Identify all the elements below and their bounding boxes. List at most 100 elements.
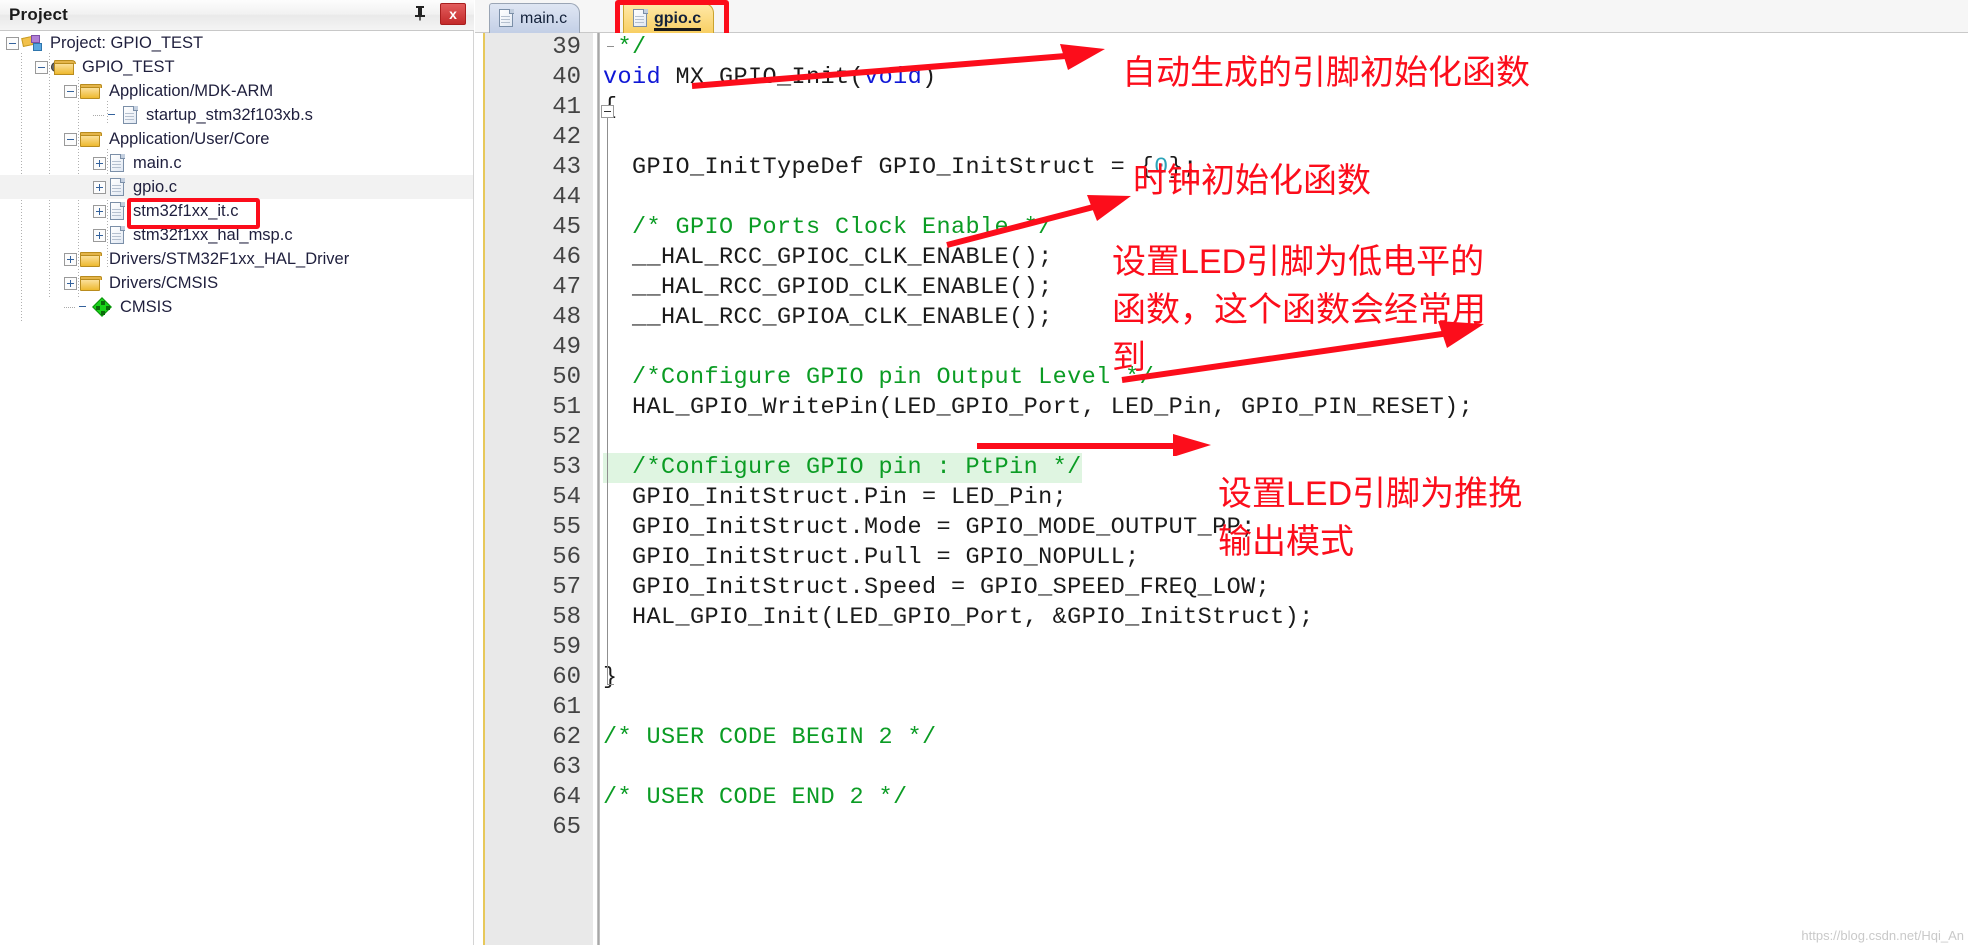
tree-item-startup-stm32f103xb-s[interactable]: startup_stm32f103xb.s xyxy=(0,103,473,127)
line-code: HAL_GPIO_Init(LED_GPIO_Port, &GPIO_InitS… xyxy=(603,604,1314,631)
folder-icon xyxy=(80,131,102,148)
tree-item-application-mdk-arm[interactable]: Application/MDK-ARM xyxy=(0,79,473,103)
folder-icon xyxy=(80,83,102,100)
line-code: __HAL_RCC_GPIOA_CLK_ENABLE(); xyxy=(603,304,1053,331)
tree-twisty-none xyxy=(106,109,119,122)
line-number: 54 xyxy=(552,484,581,511)
file-icon xyxy=(122,105,139,126)
tree-item-label: Application/MDK-ARM xyxy=(109,82,274,100)
cmsis-icon xyxy=(92,297,113,318)
fold-toggle-function[interactable] xyxy=(601,105,614,118)
tree-item-stm32f1xx-hal-msp-c[interactable]: stm32f1xx_hal_msp.c xyxy=(0,223,473,247)
tree-twisty-minus[interactable] xyxy=(64,133,77,147)
project-panel-title: Project xyxy=(9,5,69,24)
tree-item-drivers-cmsis[interactable]: Drivers/CMSIS xyxy=(0,271,473,295)
tree-item-gpio-test[interactable]: GPIO_TEST xyxy=(0,55,473,79)
tree-item-cmsis[interactable]: CMSIS xyxy=(0,295,473,319)
anno-auto-gen: 自动生成的引脚初始化函数 xyxy=(1122,54,1530,92)
line-code: GPIO_InitStruct.Mode = GPIO_MODE_OUTPUT_… xyxy=(603,514,1256,541)
code-line-64[interactable]: 64 /* USER CODE END 2 */ xyxy=(485,783,1968,813)
tree-item-label: stm32f1xx_it.c xyxy=(133,202,239,220)
fold-bracket-line xyxy=(607,118,608,684)
tree-item-label: gpio.c xyxy=(133,178,178,196)
tab-label: main.c xyxy=(520,10,568,27)
code-line-41[interactable]: 41{ xyxy=(485,93,1968,123)
tree-item-label: Project: GPIO_TEST xyxy=(50,34,204,52)
project-tree-rows[interactable]: Project: GPIO_TEST GPIO_TEST Application/M… xyxy=(0,31,473,319)
project-tree[interactable]: Project: GPIO_TEST GPIO_TEST Application/M… xyxy=(0,31,474,945)
line-code: /* USER CODE END 2 */ xyxy=(603,784,908,811)
pin-icon[interactable] xyxy=(410,5,430,25)
tree-item-label: Drivers/STM32F1xx_HAL_Driver xyxy=(109,250,350,268)
line-number: 45 xyxy=(552,214,581,241)
line-code: */ xyxy=(603,34,647,61)
line-number: 65 xyxy=(552,814,581,841)
anno-push-pull: 设置LED引脚为推挽 输出模式 xyxy=(1218,475,1523,561)
code-line-58[interactable]: 58 HAL_GPIO_Init(LED_GPIO_Port, &GPIO_In… xyxy=(485,603,1968,633)
tree-twisty-minus[interactable] xyxy=(6,37,19,51)
file-icon xyxy=(109,177,126,198)
tab-main-c[interactable]: main.c xyxy=(489,3,581,33)
line-number: 42 xyxy=(552,124,581,151)
line-number: 46 xyxy=(552,244,581,271)
fold-bracket-end xyxy=(607,684,614,685)
tree-twisty-minus[interactable] xyxy=(35,61,48,75)
line-number: 63 xyxy=(552,754,581,781)
tree-item-gpio-c[interactable]: gpio.c xyxy=(0,175,473,199)
line-number: 59 xyxy=(552,634,581,661)
line-number: 49 xyxy=(552,334,581,361)
line-number: 61 xyxy=(552,694,581,721)
tree-item-application-user-core[interactable]: Application/User/Core xyxy=(0,127,473,151)
anno-led-low: 设置LED引脚为低电平的 函数，这个函数会经常用 到 xyxy=(1112,243,1486,377)
line-number: 44 xyxy=(552,184,581,211)
line-code: __HAL_RCC_GPIOC_CLK_ENABLE(); xyxy=(603,244,1053,271)
target-folder-icon xyxy=(51,59,76,77)
code-line-52[interactable]: 52 xyxy=(485,423,1968,453)
tree-twisty-minus[interactable] xyxy=(64,85,77,99)
tree-item-stm32f1xx-it-c[interactable]: stm32f1xx_it.c xyxy=(0,199,473,223)
code-line-61[interactable]: 61 xyxy=(485,693,1968,723)
tree-twisty-plus[interactable] xyxy=(64,277,77,291)
tree-item-label: Drivers/CMSIS xyxy=(109,274,219,292)
project-panel: Project x Project: GPIO_TEST GPIO_TEST App… xyxy=(0,0,474,945)
tree-item-label: Application/User/Core xyxy=(109,130,270,148)
tree-twisty-plus[interactable] xyxy=(64,253,77,267)
code-line-51[interactable]: 51 HAL_GPIO_WritePin(LED_GPIO_Port, LED_… xyxy=(485,393,1968,423)
tree-twisty-plus[interactable] xyxy=(93,205,106,219)
close-icon[interactable]: x xyxy=(440,3,466,25)
file-icon xyxy=(632,8,649,29)
tree-item-drivers-stm32f1xx-hal-driver[interactable]: Drivers/STM32F1xx_HAL_Driver xyxy=(0,247,473,271)
tree-twisty-plus[interactable] xyxy=(93,229,106,243)
folder-icon xyxy=(80,251,102,268)
file-icon xyxy=(109,153,126,174)
file-icon xyxy=(498,8,515,29)
line-number: 53 xyxy=(552,454,581,481)
tab-gpio-c[interactable]: gpio.c xyxy=(623,3,715,33)
line-code: /* USER CODE BEGIN 2 */ xyxy=(603,724,937,751)
project-panel-header: Project x xyxy=(0,0,474,31)
code-line-59[interactable]: 59 xyxy=(485,633,1968,663)
tree-item-project-gpio-test[interactable]: Project: GPIO_TEST xyxy=(0,31,473,55)
line-code: GPIO_InitStruct.Pin = LED_Pin; xyxy=(603,484,1068,511)
tree-item-main-c[interactable]: main.c xyxy=(0,151,473,175)
line-number: 51 xyxy=(552,394,581,421)
line-code: void MX_GPIO_Init(void) xyxy=(603,64,937,91)
code-line-65[interactable]: 65 xyxy=(485,813,1968,843)
tree-guide-dots xyxy=(64,307,75,309)
tree-item-label: GPIO_TEST xyxy=(82,58,175,76)
code-line-42[interactable]: 42 xyxy=(485,123,1968,153)
code-line-57[interactable]: 57 GPIO_InitStruct.Speed = GPIO_SPEED_FR… xyxy=(485,573,1968,603)
line-number: 43 xyxy=(552,154,581,181)
line-number: 60 xyxy=(552,664,581,691)
tree-twisty-plus[interactable] xyxy=(93,157,106,171)
code-line-63[interactable]: 63 xyxy=(485,753,1968,783)
code-line-62[interactable]: 62 /* USER CODE BEGIN 2 */ xyxy=(485,723,1968,753)
tree-twisty-plus[interactable] xyxy=(93,181,106,195)
line-code: GPIO_InitStruct.Speed = GPIO_SPEED_FREQ_… xyxy=(603,574,1271,601)
folder-icon xyxy=(80,275,102,292)
line-code: GPIO_InitStruct.Pull = GPIO_NOPULL; xyxy=(603,544,1140,571)
line-number: 40 xyxy=(552,64,581,91)
line-code: GPIO_InitTypeDef GPIO_InitStruct = {0}; xyxy=(603,154,1198,181)
line-number: 58 xyxy=(552,604,581,631)
code-line-60[interactable]: 60} xyxy=(485,663,1968,693)
